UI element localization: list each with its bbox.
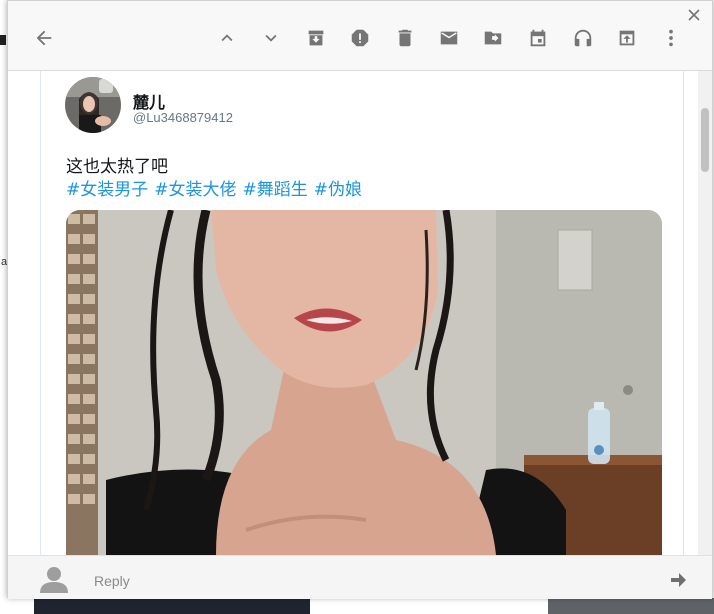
message-body: 麓儿 @Lu3468879412 这也太热了吧 #女装男子 #女装大佬 #舞蹈生 #伪… [8, 71, 698, 555]
report-spam-icon[interactable] [349, 27, 371, 49]
chevron-up-icon[interactable] [216, 27, 238, 49]
hashtag-link[interactable]: #舞蹈生 [243, 180, 308, 200]
calendar-icon[interactable] [527, 27, 549, 49]
email-preview-popup: 麓儿 @Lu3468879412 这也太热了吧 #女装男子 #女装大佬 #舞蹈生 #伪… [7, 0, 713, 599]
scrollbar[interactable] [698, 71, 712, 555]
hashtag-link[interactable]: #伪娘 [314, 180, 362, 200]
reply-input[interactable]: Reply [94, 573, 130, 589]
more-vert-icon[interactable] [660, 27, 682, 49]
person-icon [38, 565, 70, 593]
avatar[interactable] [65, 77, 121, 133]
background-fragment-dark [34, 598, 310, 614]
trash-icon[interactable] [394, 27, 416, 49]
user-handle[interactable]: @Lu3468879412 [133, 110, 233, 125]
reply-bar: Reply [8, 555, 712, 599]
background-page-strip [0, 0, 7, 614]
message-toolbar [8, 1, 712, 71]
hashtag-link[interactable]: #女装大佬 [154, 180, 236, 200]
embedded-tweet: 麓儿 @Lu3468879412 这也太热了吧 #女装男子 #女装大佬 #舞蹈生 #伪… [40, 71, 684, 555]
hashtag-link[interactable]: #女装男子 [66, 180, 148, 200]
scrollbar-thumb[interactable] [701, 108, 709, 172]
close-icon[interactable] [686, 7, 702, 23]
tweet-text: 这也太热了吧 [66, 157, 168, 177]
send-arrow-icon[interactable] [668, 570, 688, 590]
chevron-down-icon[interactable] [260, 27, 282, 49]
hashtag-list: #女装男子 #女装大佬 #舞蹈生 #伪娘 [66, 175, 368, 200]
background-fragment [0, 35, 6, 45]
move-to-icon[interactable] [482, 27, 504, 49]
tweet-photo[interactable] [66, 210, 662, 555]
headphones-icon[interactable] [572, 27, 594, 49]
back-arrow-icon[interactable] [33, 27, 55, 49]
archive-icon[interactable] [305, 27, 327, 49]
mail-icon[interactable] [438, 27, 460, 49]
open-in-new-icon[interactable] [616, 27, 638, 49]
background-fragment-gray [548, 598, 714, 614]
